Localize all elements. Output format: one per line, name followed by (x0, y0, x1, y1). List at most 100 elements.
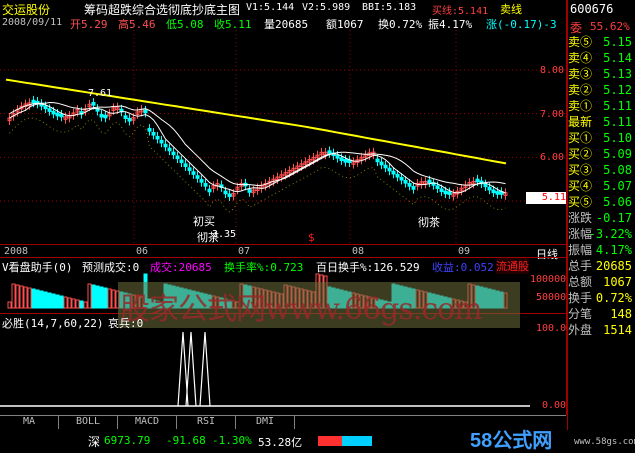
candlestick (175, 155, 180, 160)
quote-row[interactable]: 买② 5.09 (568, 147, 634, 162)
quote-row[interactable]: 卖③ 5.13 (568, 67, 634, 82)
candlestick (55, 112, 60, 117)
candlestick (227, 193, 232, 198)
quote-row-label: 涨跌 (568, 211, 593, 225)
candlestick (187, 167, 192, 171)
candlestick (339, 157, 344, 162)
volume-bar (95, 285, 100, 309)
quote-row-label: 分笔 (568, 307, 593, 321)
candlestick (51, 110, 56, 115)
candlestick (143, 109, 148, 114)
volume-bar (7, 301, 12, 309)
candlestick (191, 171, 196, 175)
candlestick (483, 183, 488, 188)
volume-bar (59, 295, 64, 309)
signal-chart[interactable] (0, 314, 566, 414)
candlestick (59, 113, 64, 118)
quote-row-value: 5.14 (603, 51, 632, 65)
volume-axis-top: 100000 (530, 274, 567, 285)
quote-row[interactable]: 卖① 5.11 (568, 99, 634, 114)
volume-bar (31, 288, 36, 309)
price-axis-label: 8.00 (540, 65, 565, 76)
candlestick (399, 176, 404, 181)
candlestick (491, 189, 496, 194)
signal-label: 彻茶 (418, 216, 440, 229)
candlestick (43, 105, 48, 110)
volume-bar (39, 290, 44, 309)
quote-row[interactable]: 外盘 1514 (568, 323, 634, 338)
quote-row[interactable]: 买⑤ 5.06 (568, 195, 634, 210)
volume-bar (83, 301, 88, 309)
quote-row-label: 买① (568, 131, 593, 145)
signal-spike (199, 331, 211, 407)
quote-row-label: 卖③ (568, 67, 593, 81)
volume-bar (75, 299, 80, 309)
quote-row-label: 总手 (568, 259, 593, 273)
quote-row[interactable]: 买③ 5.08 (568, 163, 634, 178)
tab-macd[interactable]: MACD (118, 416, 177, 429)
tab-rsi[interactable]: RSI (177, 416, 236, 429)
quote-row-value: 5.10 (603, 131, 632, 145)
quote-row-value: 5.08 (603, 163, 632, 177)
quote-row-label: 卖④ (568, 51, 593, 65)
candlestick (443, 190, 448, 195)
dollar-signal: $ (308, 231, 315, 244)
quote-row[interactable]: 换手 0.72% (568, 291, 634, 306)
period-label[interactable]: 日线 (536, 246, 558, 262)
volume-bar (87, 283, 92, 309)
tab-boll[interactable]: BOLL (59, 416, 118, 429)
long-ma-line (5, 78, 507, 165)
index-change: -91.68 (166, 434, 206, 447)
candlestick (407, 183, 412, 187)
candlestick (439, 188, 444, 193)
date-axis-label: 2008 (4, 246, 29, 257)
quote-row[interactable]: 卖⑤ 5.15 (568, 35, 634, 50)
quote-row[interactable]: 分笔 148 (568, 307, 634, 322)
tab-dmi[interactable]: DMI (236, 416, 295, 429)
candlestick (163, 143, 168, 148)
quote-row[interactable]: 总手 20685 (568, 259, 634, 274)
volume-bar (23, 286, 28, 309)
quote-row[interactable]: 振幅 4.17% (568, 243, 634, 258)
quote-row[interactable]: 涨幅 -3.22% (568, 227, 634, 242)
quote-row[interactable]: 买④ 5.07 (568, 179, 634, 194)
quote-row[interactable]: 最新 5.11 (568, 115, 634, 130)
candlestick (411, 186, 416, 190)
candlestick (171, 151, 176, 156)
quote-row-value: 148 (610, 307, 632, 321)
support-line (9, 117, 506, 213)
volume-bar (67, 297, 72, 309)
quote-row-label: 卖② (568, 83, 593, 97)
volume-bar (11, 283, 16, 309)
quote-row-value: -0.17 (595, 211, 632, 225)
main-price-chart[interactable] (0, 0, 566, 245)
candlestick (147, 128, 152, 132)
date-axis-line (0, 257, 566, 258)
quote-row-value: 5.15 (603, 35, 632, 49)
quote-row[interactable]: 涨跌 -0.17 (568, 211, 634, 226)
current-price-tag: 5.11 (526, 192, 566, 204)
quote-row[interactable]: 卖② 5.12 (568, 83, 634, 98)
candlestick (155, 135, 160, 140)
candlestick (427, 179, 432, 184)
candlestick (91, 102, 96, 106)
quote-row-value: 0.72% (595, 291, 632, 305)
ma-line (9, 101, 506, 187)
quote-row[interactable]: 卖④ 5.14 (568, 51, 634, 66)
signal-label: 初买 (193, 215, 215, 228)
quote-row-value: 4.17% (595, 243, 632, 257)
candlestick (31, 99, 36, 104)
tab-ma[interactable]: MA (0, 416, 59, 429)
candlestick (395, 173, 400, 178)
volume-bar (55, 294, 60, 309)
candlestick (183, 163, 188, 168)
volume-bar (15, 284, 20, 309)
quote-row[interactable]: 买① 5.10 (568, 131, 634, 146)
candlestick (195, 175, 200, 179)
candlestick (435, 185, 440, 190)
quote-row-value: 20685 (595, 259, 632, 273)
quote-row-label: 换手 (568, 291, 593, 305)
quote-row[interactable]: 总额 1067 (568, 275, 634, 290)
candlestick (391, 170, 396, 175)
volume-bar (51, 293, 56, 309)
